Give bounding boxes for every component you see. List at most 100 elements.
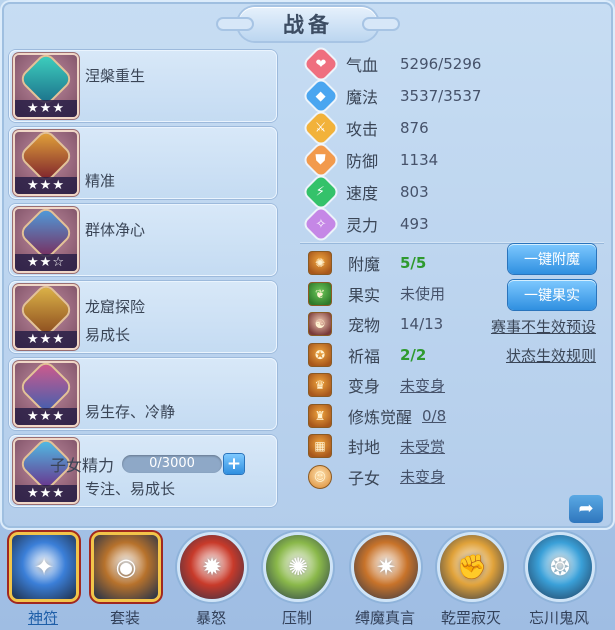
- feature-row[interactable]: ❦ 果实 未使用: [298, 280, 445, 308]
- spirit-icon: ✧: [304, 207, 338, 241]
- skill-icon: ★★★: [15, 286, 77, 348]
- fruit-all-button[interactable]: 一键果实: [508, 280, 596, 310]
- skill-trait: 专注、易成长: [85, 480, 176, 498]
- tab-5[interactable]: ✷ 缚魔真言: [346, 532, 424, 630]
- enchant-icon: ✺: [308, 251, 332, 275]
- tab-7[interactable]: ❂ 忘川鬼风: [520, 532, 598, 630]
- stat-row: ◆ 魔法 3537/3537: [298, 79, 481, 113]
- mana-icon: ◆: [304, 79, 338, 113]
- tab-icon: ✊: [440, 535, 504, 599]
- tab-icon: ◉: [94, 535, 158, 599]
- feature-label: 附魔: [348, 255, 381, 274]
- feature-row[interactable]: ♛ 变身 未变身: [298, 371, 445, 399]
- skill-card[interactable]: ★★☆ 群体净心: [9, 204, 277, 276]
- stat-row: ⛊ 防御 1134: [298, 143, 438, 177]
- tab-label: 忘川鬼风: [528, 609, 589, 627]
- feature-label: 修炼觉醒: [348, 407, 413, 427]
- fief-icon: ▦: [308, 434, 332, 458]
- cultivation-icon: ♜: [308, 403, 332, 428]
- tab-icon: ❂: [528, 535, 592, 599]
- feature-row[interactable]: ▦ 封地 未受赏: [298, 432, 445, 460]
- feature-value: 未变身: [400, 468, 446, 486]
- heart-icon: ❤: [304, 47, 338, 81]
- emblem-icon: [20, 55, 72, 105]
- feature-row[interactable]: ✺ 附魔 5/5: [298, 249, 426, 277]
- sword-icon: ⚔: [304, 111, 338, 145]
- stats-panel: ❤ 气血 5296/5296 ◆ 魔法 3537/3537 ⚔ 攻击 876 ⛊ 防御 1134 ⚡ 速度…: [298, 46, 606, 526]
- skill-icon: ★★☆: [15, 209, 77, 271]
- share-icon[interactable]: ➦: [569, 495, 603, 523]
- skill-card-list: ★★★ 涅槃重生 ★★★ 精准 ★★☆ 群体净心 ★★★ 龙窟探险 易成长 ★★★ 易生存、冷静 ★★…: [9, 50, 277, 512]
- tab-label: 缚魔真言: [354, 609, 415, 627]
- feature-row[interactable]: ☺ 子女 未变身: [298, 463, 445, 491]
- stat-value: 803: [400, 183, 429, 201]
- star-rating: ★★★: [15, 100, 77, 117]
- tab-1[interactable]: ✦ 神符: [4, 532, 82, 630]
- star-rating: ★★★: [15, 408, 77, 425]
- fruit-icon: ❦: [308, 281, 332, 306]
- stat-label: 灵力: [346, 216, 379, 235]
- blessing-rule-link[interactable]: 状态生效规则: [506, 345, 596, 366]
- feature-value: 0/8: [422, 406, 447, 425]
- bottom-tab-bar: ✦ 神符 ◉ 套装 ✹ 暴怒 ✺ 压制 ✷ 缚魔真言 ✊ 乾罡寂灭 ❂ 忘川鬼风: [0, 532, 615, 630]
- child-energy-value: 0/3000: [149, 456, 195, 471]
- stat-value: 493: [400, 215, 429, 233]
- emblem-icon: [20, 286, 72, 336]
- stat-row: ⚔ 攻击 876: [298, 111, 429, 145]
- skill-name: 群体净心: [85, 221, 146, 239]
- tab-label: 乾罡寂灭: [440, 609, 501, 627]
- tab-4[interactable]: ✺ 压制: [258, 532, 336, 630]
- feature-value: 5/5: [400, 254, 427, 272]
- skill-icon: ★★★: [15, 363, 77, 425]
- skill-card[interactable]: ★★★ 精准: [9, 127, 277, 199]
- enchant-all-button[interactable]: 一键附魔: [508, 244, 596, 274]
- feature-label: 果实: [348, 285, 381, 305]
- feature-label: 宠物: [348, 316, 381, 335]
- stat-row: ⚡ 速度 803: [298, 175, 429, 209]
- emblem-icon: [20, 132, 72, 182]
- tab-icon: ✷: [354, 535, 418, 599]
- feature-row[interactable]: ☯ 宠物 14/13: [298, 310, 443, 338]
- stat-value: 876: [400, 119, 429, 137]
- feature-value: 未使用: [400, 285, 446, 303]
- add-energy-button[interactable]: +: [224, 454, 245, 474]
- tab-label: 暴怒: [195, 609, 226, 627]
- child-energy-row: 子女精力 0/3000 +: [50, 451, 245, 477]
- pet-preset-link[interactable]: 赛事不生效预设: [491, 316, 596, 337]
- page-title: 战备: [238, 7, 378, 41]
- feature-value: 未受赏: [400, 437, 446, 456]
- star-rating: ★★★: [15, 331, 77, 348]
- stat-value: 5296/5296: [400, 55, 482, 73]
- star-rating: ★★☆: [15, 254, 77, 271]
- feature-label: 祈福: [348, 346, 381, 366]
- stat-label: 魔法: [346, 88, 379, 107]
- stat-label: 防御: [346, 152, 379, 171]
- speed-icon: ⚡: [304, 175, 338, 209]
- feature-value: 2/2: [400, 345, 427, 364]
- star-rating: ★★★: [15, 177, 77, 194]
- feature-row[interactable]: ✪ 祈福 2/2: [298, 341, 426, 369]
- stat-row: ✧ 灵力 493: [298, 207, 429, 241]
- tab-3[interactable]: ✹ 暴怒: [172, 532, 250, 630]
- skill-trait: 易成长: [85, 326, 131, 344]
- skill-name: 涅槃重生: [85, 67, 146, 85]
- tab-6[interactable]: ✊ 乾罡寂灭: [432, 532, 510, 630]
- child-icon: ☺: [308, 464, 332, 489]
- skill-card[interactable]: ★★★ 涅槃重生: [9, 50, 277, 122]
- blessing-icon: ✪: [308, 342, 332, 367]
- skill-card[interactable]: ★★★ 易生存、冷静: [9, 358, 277, 430]
- tab-label: 压制: [281, 609, 312, 627]
- emblem-icon: [20, 209, 72, 259]
- feature-value: 未变身: [400, 376, 446, 395]
- child-energy-label: 子女精力: [50, 456, 115, 475]
- stat-label: 速度: [346, 184, 379, 203]
- feature-label: 子女: [348, 468, 381, 488]
- skill-card[interactable]: ★★★ 龙窟探险易成长: [9, 281, 277, 353]
- feature-value: 14/13: [400, 315, 444, 333]
- shield-icon: ⛊: [304, 143, 338, 177]
- skill-icon: ★★★: [15, 132, 77, 194]
- feature-label: 封地: [348, 438, 381, 457]
- feature-row[interactable]: ♜ 修炼觉醒 0/8: [298, 402, 446, 430]
- skill-name: 龙窟探险: [85, 298, 146, 316]
- tab-2[interactable]: ◉ 套装: [86, 532, 164, 630]
